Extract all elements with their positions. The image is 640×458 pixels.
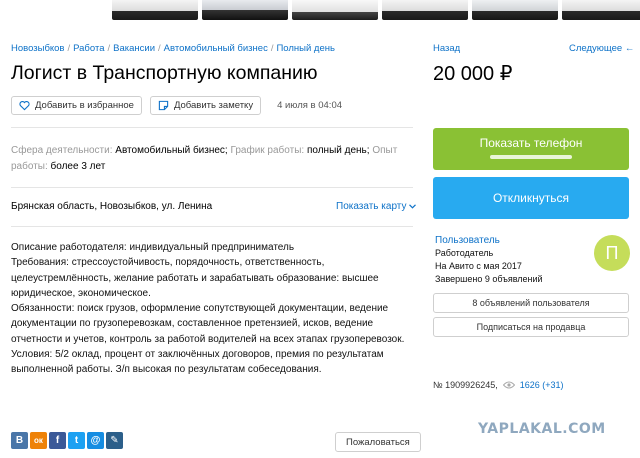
heart-icon	[19, 101, 30, 111]
breadcrumb-link[interactable]: Вакансии	[113, 43, 155, 54]
facebook-icon[interactable]: f	[49, 432, 66, 449]
show-phone-button[interactable]: Показать телефон	[433, 128, 629, 170]
seller-info: Пользователь Работодатель На Авито с мая…	[435, 234, 543, 286]
photo-thumbnail[interactable]	[472, 0, 558, 20]
breadcrumb-link[interactable]: Полный день	[276, 43, 335, 54]
twitter-icon[interactable]: t	[68, 432, 85, 449]
photo-thumbnails	[112, 0, 640, 20]
publication-date: 4 июля в 04:04	[277, 100, 343, 111]
schedule-label: График работы:	[230, 145, 305, 156]
description-paragraph: Условия: 5/2 оклад, процент от заключённ…	[11, 349, 384, 376]
breadcrumb-link[interactable]: Работа	[73, 43, 104, 54]
breadcrumb-separator: /	[158, 43, 161, 54]
sphere-value: Автомобильный бизнес;	[115, 145, 228, 156]
photo-thumbnail[interactable]	[562, 0, 640, 20]
page-title: Логист в Транспортную компанию	[11, 62, 318, 84]
sphere-label: Сфера деятельности:	[11, 145, 113, 156]
description-paragraph: Требования: стрессоустойчивость, порядоч…	[11, 257, 379, 299]
photo-thumbnail[interactable]	[202, 0, 288, 20]
hidden-phone-number	[490, 155, 572, 159]
divider	[11, 127, 413, 128]
views-count[interactable]: 1626 (+31)	[520, 380, 564, 390]
back-link[interactable]: Назад	[433, 43, 460, 54]
breadcrumb-link[interactable]: Автомобильный бизнес	[164, 43, 268, 54]
ad-number: № 1909926245,	[433, 380, 498, 390]
address: Брянская область, Новозыбков, ул. Ленина	[11, 201, 213, 212]
next-link[interactable]: Следующее ←	[569, 43, 634, 54]
complain-button[interactable]: Пожаловаться	[335, 432, 421, 452]
seller-name[interactable]: Пользователь	[435, 234, 543, 247]
odnoklassniki-icon[interactable]: ок	[30, 432, 47, 449]
schedule-value: полный день;	[306, 145, 370, 156]
seller-completed: Завершено 9 объявлений	[435, 274, 543, 284]
add-note-button[interactable]: Добавить заметку	[149, 96, 262, 115]
share-buttons: В ок f t @ ✎	[11, 432, 123, 449]
breadcrumb-separator: /	[67, 43, 71, 54]
livejournal-icon[interactable]: ✎	[106, 432, 123, 449]
job-parameters: Сфера деятельности: Автомобильный бизнес…	[11, 143, 413, 175]
seller-role: Работодатель	[435, 248, 494, 258]
eye-icon	[502, 381, 515, 389]
item-actions: Добавить в избранное Добавить заметку 4 …	[11, 96, 342, 115]
photo-thumbnail[interactable]	[112, 0, 198, 20]
description-paragraph: Описание работодателя: индивидуальный пр…	[11, 242, 295, 253]
subscribe-button[interactable]: Подписаться на продавца	[433, 317, 629, 337]
watermark: YAPLAKAL.COM	[478, 421, 606, 437]
breadcrumb-separator: /	[270, 43, 274, 54]
user-ads-button[interactable]: 8 объявлений пользователя	[433, 293, 629, 313]
price: 20 000 ₽	[433, 63, 513, 85]
divider	[11, 226, 413, 227]
experience-value: более 3 лет	[50, 161, 106, 172]
respond-button[interactable]: Откликнуться	[433, 177, 629, 219]
avatar[interactable]: П	[594, 235, 630, 271]
seller-since: На Авито с мая 2017	[435, 261, 522, 271]
job-description: Описание работодателя: индивидуальный пр…	[11, 240, 421, 378]
description-paragraph: Обязанности: поиск грузов, оформление со…	[11, 303, 405, 345]
breadcrumb-separator: /	[107, 43, 111, 54]
chevron-down-icon	[409, 204, 417, 209]
add-to-favorites-button[interactable]: Добавить в избранное	[11, 96, 142, 115]
vk-icon[interactable]: В	[11, 432, 28, 449]
breadcrumb: Новозыбков / Работа / Вакансии / Автомобильный…	[11, 43, 335, 54]
note-icon	[158, 100, 169, 111]
note-label: Добавить заметку	[173, 100, 254, 111]
favorite-label: Добавить в избранное	[35, 100, 134, 111]
photo-thumbnail[interactable]	[382, 0, 468, 20]
ad-info: № 1909926245, 1626 (+31)	[433, 380, 564, 390]
show-map-link[interactable]: Показать карту	[336, 201, 417, 212]
mailru-icon[interactable]: @	[87, 432, 104, 449]
show-map-label: Показать карту	[336, 201, 407, 212]
breadcrumb-link[interactable]: Новозыбков	[11, 43, 64, 54]
show-phone-label: Показать телефон	[479, 136, 583, 150]
divider	[11, 187, 413, 188]
photo-thumbnail[interactable]	[292, 0, 378, 20]
